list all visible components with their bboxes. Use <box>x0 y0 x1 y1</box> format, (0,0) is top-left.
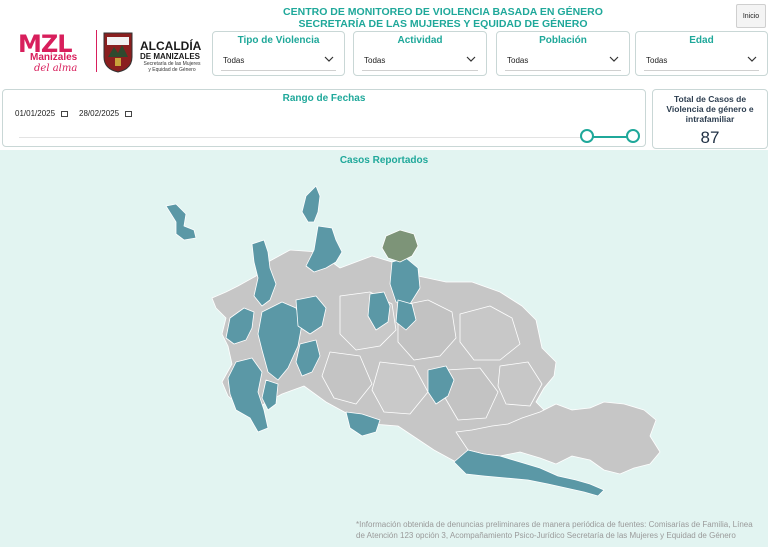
page-title: CENTRO DE MONITOREO DE VIOLENCIA BASADA … <box>240 6 646 30</box>
filter-dropdown[interactable]: Todas <box>505 52 621 71</box>
date-slider-start-handle[interactable] <box>580 129 594 143</box>
map-region-north-spike[interactable] <box>301 185 321 223</box>
filter-dropdown[interactable]: Todas <box>362 52 478 71</box>
page-title-line1: CENTRO DE MONITOREO DE VIOLENCIA BASADA … <box>283 6 603 18</box>
filter-edad[interactable]: Edad Todas <box>635 31 768 76</box>
map-title: Casos Reportados <box>339 155 429 166</box>
date-range-panel: Rango de Fechas 01/01/2025 28/02/2025 <box>2 89 646 147</box>
filter-label: Población <box>539 35 587 46</box>
mzl-logo-tagline: del alma <box>34 63 78 74</box>
date-slider-end-handle[interactable] <box>626 129 640 143</box>
logo-divider <box>96 30 97 72</box>
map-region-northwest-island[interactable] <box>165 203 197 241</box>
end-date-input[interactable]: 28/02/2025 <box>79 109 133 123</box>
chevron-down-icon <box>747 56 757 62</box>
chevron-down-icon <box>466 56 476 62</box>
filter-value: Todas <box>646 56 668 65</box>
alcaldia-subtitle: DE MANIZALES <box>140 52 200 61</box>
start-date-value: 01/01/2025 <box>15 109 56 118</box>
alcaldia-title: ALCALDÍA <box>140 39 202 53</box>
total-cases-card: Total de Casos de Violencia de género e … <box>652 89 768 149</box>
filter-label: Edad <box>689 35 714 46</box>
filter-value: Todas <box>507 56 529 65</box>
total-cases-label: Total de Casos de Violencia de género e … <box>666 94 754 124</box>
filter-value: Todas <box>223 56 245 65</box>
inicio-button[interactable]: Inicio <box>736 4 766 28</box>
chevron-down-icon <box>609 56 619 62</box>
alcaldia-shield-icon <box>103 32 133 73</box>
mzl-logo-subtitle: Manizales <box>30 52 78 63</box>
total-cases-value: 87 <box>700 128 720 147</box>
end-date-value: 28/02/2025 <box>79 109 120 118</box>
map-region-highlight[interactable] <box>381 229 419 263</box>
calendar-icon[interactable] <box>61 110 69 117</box>
alcaldia-secretaria: Secretaría de las Mujeres y Equidad de G… <box>143 61 201 73</box>
filter-poblacion[interactable]: Población Todas <box>496 31 630 76</box>
filter-dropdown[interactable]: Todas <box>221 52 336 71</box>
mzl-logo: MZL Manizales del alma <box>18 30 90 76</box>
chevron-down-icon <box>324 56 334 62</box>
comunas-map[interactable] <box>0 170 768 510</box>
filter-label: Tipo de Violencia <box>237 35 320 46</box>
filter-value: Todas <box>364 56 386 65</box>
date-range-title: Rango de Fechas <box>282 93 366 104</box>
filter-tipo-violencia[interactable]: Tipo de Violencia Todas <box>212 31 345 76</box>
filter-dropdown[interactable]: Todas <box>644 52 759 71</box>
date-slider-track[interactable] <box>19 137 587 138</box>
start-date-input[interactable]: 01/01/2025 <box>15 109 69 123</box>
filter-label: Actividad <box>397 35 443 46</box>
filter-actividad[interactable]: Actividad Todas <box>353 31 487 76</box>
calendar-icon[interactable] <box>125 110 133 117</box>
page-title-line2: SECRETARÍA DE LAS MUJERES Y EQUIDAD DE G… <box>298 18 588 30</box>
footnote-source: *Información obtenida de denuncias preli… <box>356 520 753 540</box>
